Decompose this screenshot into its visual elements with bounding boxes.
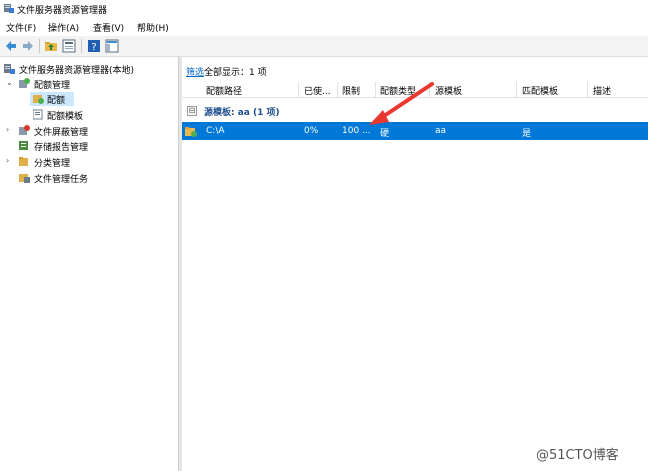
tree-item-quota-management[interactable]: ⌄ 配额管理 — [6, 77, 176, 91]
results-pane: 筛选全部显示：1 项 配额路径 已使... 限制 配额类型 源模板 匹配模板 描… — [182, 57, 648, 471]
expand-chevron-icon[interactable]: › — [6, 157, 14, 165]
column-header-description[interactable]: 描述 — [593, 84, 611, 97]
window-title: 文件服务器资源管理器 — [17, 6, 108, 16]
column-divider[interactable] — [429, 82, 430, 97]
column-header-quota-type[interactable]: 配额类型 — [380, 84, 416, 97]
file-task-icon — [19, 174, 30, 183]
menu-help[interactable]: 帮助(H) — [137, 21, 169, 34]
column-header-source-template[interactable]: 源模板 — [435, 84, 462, 97]
group-collapse-icon[interactable]: ⊟ — [187, 106, 197, 116]
group-label: 源模板: aa (1 项) — [204, 108, 280, 118]
column-header-match-template[interactable]: 匹配模板 — [522, 84, 558, 97]
toolbar: ? — [0, 36, 648, 57]
show-hide-icon[interactable] — [105, 39, 119, 53]
column-header-quota-path[interactable]: 配额路径 — [206, 84, 242, 97]
tree-item-file-screening[interactable]: › 文件屏蔽管理 — [6, 124, 176, 138]
filter-status: 全部显示：1 项 — [204, 68, 267, 78]
cell-limit: 100 ... — [342, 126, 371, 136]
group-header[interactable]: ⊟ 源模板: aa (1 项) — [182, 104, 648, 118]
toolbar-separator — [81, 39, 82, 53]
tree-label: 文件服务器资源管理器(本地) — [19, 66, 135, 76]
tree-label: 配额管理 — [34, 81, 71, 91]
help-icon[interactable]: ? — [87, 39, 101, 53]
tree-label: 配额 — [47, 96, 66, 106]
cell-source-template: aa — [435, 126, 447, 136]
menu-file[interactable]: 文件(F) — [6, 21, 36, 34]
svg-text:?: ? — [91, 42, 96, 53]
menu-action[interactable]: 操作(A) — [48, 21, 79, 34]
menu-view[interactable]: 查看(V) — [93, 21, 124, 34]
back-arrow-icon[interactable] — [4, 39, 18, 53]
forward-arrow-icon[interactable] — [21, 39, 35, 53]
column-divider[interactable] — [516, 82, 517, 97]
tree-item-root[interactable]: 文件服务器资源管理器(本地) — [2, 62, 177, 76]
watermark-text: @51CTO博客 — [536, 448, 619, 463]
expand-chevron-icon[interactable]: › — [6, 126, 14, 134]
column-header-limit[interactable]: 限制 — [342, 84, 360, 97]
tree-label: 文件管理任务 — [34, 175, 89, 185]
file-screen-icon — [19, 125, 30, 135]
navigation-tree: 文件服务器资源管理器(本地) ⌄ 配额管理 配额 配额模板 › 文件屏蔽管理 存… — [0, 57, 179, 471]
collapse-chevron-icon[interactable]: ⌄ — [6, 79, 14, 87]
filter-bar: 筛选全部显示：1 项 — [186, 65, 267, 78]
tree-item-quotas[interactable]: 配额 — [30, 92, 74, 106]
classification-icon — [19, 157, 28, 166]
server-icon — [4, 64, 15, 74]
quota-icon — [33, 95, 44, 104]
menu-bar: 文件(F) 操作(A) 查看(V) 帮助(H) — [0, 18, 648, 35]
column-header-used[interactable]: 已使... — [304, 84, 331, 97]
title-bar: 文件服务器资源管理器 — [0, 0, 648, 17]
column-divider[interactable] — [587, 82, 588, 97]
tree-label: 存储报告管理 — [34, 143, 89, 153]
quota-management-icon — [19, 78, 30, 88]
quota-folder-icon — [185, 127, 197, 137]
tree-label: 文件屏蔽管理 — [34, 128, 89, 138]
tree-label: 分类管理 — [34, 159, 71, 169]
quota-template-icon — [33, 109, 43, 120]
table-row[interactable]: C:\A 0% 100 ... 硬 aa 是 — [182, 122, 648, 140]
tree-item-storage-reports[interactable]: 存储报告管理 — [6, 139, 176, 153]
filter-link[interactable]: 筛选 — [186, 68, 204, 78]
tree-label: 配额模板 — [47, 112, 84, 122]
tree-item-file-tasks[interactable]: 文件管理任务 — [6, 171, 176, 185]
column-divider[interactable] — [375, 82, 376, 97]
app-icon — [4, 4, 14, 13]
cell-quota-type: 硬 — [380, 129, 390, 139]
cell-quota-path: C:\A — [206, 126, 225, 136]
column-divider[interactable] — [337, 82, 338, 97]
folder-up-icon[interactable] — [44, 39, 58, 53]
tree-item-quota-templates[interactable]: 配额模板 — [30, 108, 130, 122]
toolbar-separator — [39, 39, 40, 53]
column-divider[interactable] — [298, 82, 299, 97]
column-headers: 配额路径 已使... 限制 配额类型 源模板 匹配模板 描述 — [182, 82, 648, 98]
cell-used: 0% — [304, 126, 319, 136]
cell-match-template: 是 — [522, 129, 532, 139]
tree-item-classification[interactable]: › 分类管理 — [6, 155, 176, 170]
properties-icon[interactable] — [62, 39, 76, 53]
storage-report-icon — [19, 141, 28, 150]
